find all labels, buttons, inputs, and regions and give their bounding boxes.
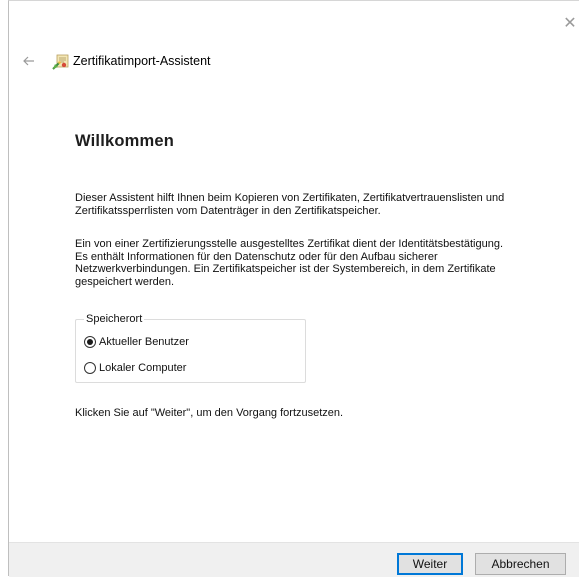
page-heading: Willkommen	[75, 132, 175, 150]
next-button[interactable]: Weiter	[397, 553, 463, 575]
back-arrow-icon	[23, 56, 34, 66]
store-location-group: Speicherort Aktueller Benutzer Lokaler C…	[75, 313, 306, 383]
info-paragraph: Ein von einer Zertifizierungsstelle ausg…	[75, 238, 575, 288]
info-line: Netzwerkverbindungen. Ein Zertifikatspei…	[75, 263, 496, 276]
store-location-legend: Speicherort	[84, 313, 145, 326]
close-icon: ✕	[563, 15, 577, 32]
info-line: Ein von einer Zertifizierungsstelle ausg…	[75, 238, 504, 250]
intro-paragraph: Dieser Assistent hilft Ihnen beim Kopier…	[75, 192, 575, 217]
wizard-title: Zertifikatimport-Assistent	[73, 54, 211, 68]
continue-hint: Klicken Sie auf "Weiter", um den Vorgang…	[75, 407, 344, 419]
back-button[interactable]	[19, 51, 39, 71]
radio-button-selected[interactable]	[84, 336, 96, 348]
info-line: gespeichert werden.	[75, 275, 175, 288]
cancel-button[interactable]: Abbrechen	[475, 553, 566, 575]
radio-current-user[interactable]: Aktueller Benutzer	[84, 334, 189, 350]
button-bar: Weiter Abbrechen	[9, 542, 579, 577]
wizard-window: ✕ Zertifikatimport-Assistent Willkommen …	[8, 0, 579, 577]
radio-label-local-computer: Lokaler Computer	[99, 362, 187, 374]
radio-label-current-user: Aktueller Benutzer	[99, 336, 189, 348]
close-button[interactable]: ✕	[561, 15, 579, 33]
radio-button-unselected[interactable]	[84, 362, 96, 374]
intro-line: Dieser Assistent hilft Ihnen beim Kopier…	[75, 192, 505, 204]
certificate-wizard-icon	[51, 52, 71, 72]
radio-local-computer[interactable]: Lokaler Computer	[84, 360, 186, 376]
intro-line: Zertifikatssperrlisten vom Datenträger i…	[75, 204, 381, 217]
info-line: Es enthält Informationen für den Datensc…	[75, 250, 438, 263]
